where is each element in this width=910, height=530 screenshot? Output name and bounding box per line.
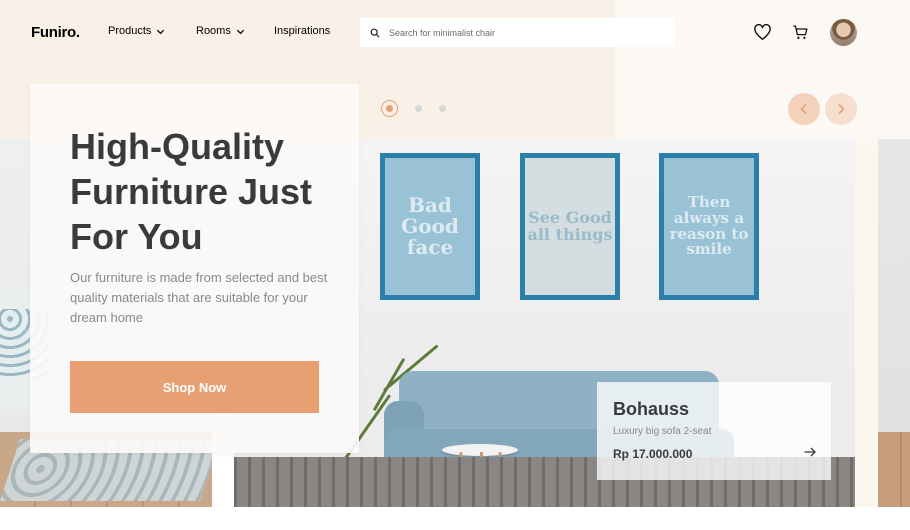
slider-dot[interactable] — [415, 105, 422, 112]
slider-next-button[interactable] — [825, 93, 857, 125]
product-price: Rp 17.000.000 — [613, 447, 693, 461]
slider-prev-button[interactable] — [788, 93, 820, 125]
slider-dot[interactable] — [439, 105, 446, 112]
nav-item-label: Rooms — [196, 25, 231, 37]
background-strip — [855, 139, 878, 507]
wishlist-button[interactable] — [752, 22, 772, 42]
cart-icon — [792, 24, 808, 39]
chevron-right-icon — [838, 103, 845, 115]
search-icon[interactable] — [370, 28, 380, 38]
search-input[interactable] — [389, 27, 659, 38]
nav-item-products[interactable]: Products — [108, 25, 165, 37]
nav-item-rooms[interactable]: Rooms — [196, 25, 245, 37]
hero-description: Our furniture is made from selected and … — [70, 270, 328, 325]
chevron-down-icon — [157, 29, 165, 34]
wall-art-text: Then always a reason to smile — [669, 193, 749, 259]
slider-dot-active[interactable] — [381, 100, 398, 117]
wall-art-text: Bad Good face — [401, 193, 459, 259]
floor — [878, 432, 910, 507]
hero-title: High-Quality Furniture Just For You — [70, 126, 313, 257]
site-header: Funiro. Products Rooms Inspirations — [0, 0, 910, 64]
slider-dots — [381, 100, 446, 117]
cart-button[interactable] — [790, 22, 810, 42]
wall-art-frame: Then always a reason to smile — [659, 153, 759, 300]
arrow-right-icon[interactable] — [803, 445, 817, 459]
heart-icon — [753, 23, 771, 40]
chevron-down-icon — [236, 29, 244, 34]
shop-now-button[interactable]: Shop Now — [70, 361, 319, 413]
nav-item-label: Products — [108, 25, 152, 37]
hero-card: High-Quality Furniture Just For You Our … — [30, 84, 359, 453]
chevron-left-icon — [800, 103, 807, 115]
product-name: Bohauss — [613, 399, 690, 419]
product-card[interactable]: Bohauss Luxury big sofa 2-seat Rp 17.000… — [597, 382, 831, 480]
side-room-image-right — [878, 139, 910, 507]
nav-item-inspirations[interactable]: Inspirations — [274, 25, 330, 37]
brand-logo[interactable]: Funiro. — [31, 24, 80, 41]
wall-art-text: See Good all things — [527, 207, 613, 244]
wall-art-frame: See Good all things — [520, 153, 620, 300]
avatar[interactable] — [830, 19, 857, 46]
product-subtitle: Luxury big sofa 2-seat — [613, 426, 712, 437]
search-bar — [360, 18, 675, 47]
wall-art-frame: Bad Good face — [380, 153, 480, 300]
nav-item-label: Inspirations — [274, 25, 331, 37]
